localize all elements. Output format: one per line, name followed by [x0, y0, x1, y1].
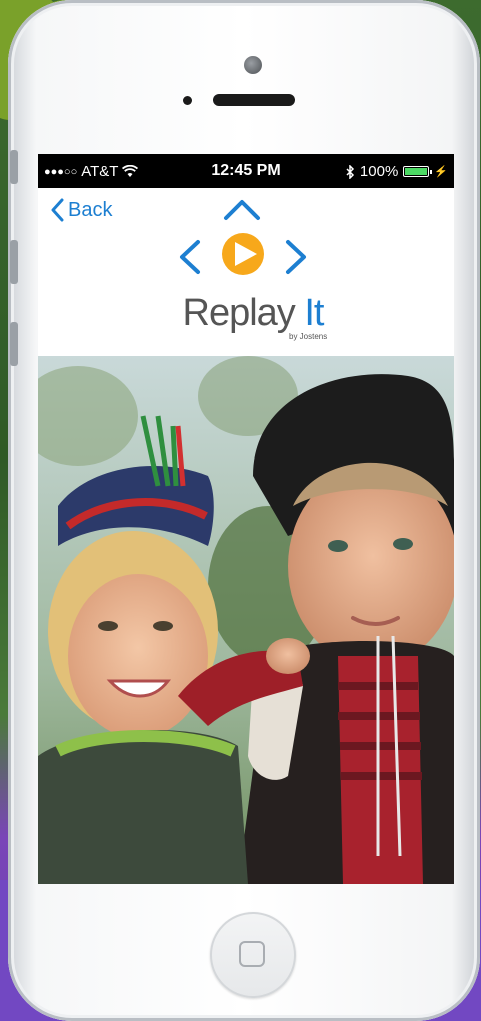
home-button-icon — [239, 941, 265, 967]
phone-screen: ●●●○○ AT&T 12:45 PM 100% ⚡ Back Replay I… — [38, 154, 454, 884]
bluetooth-icon — [346, 164, 354, 179]
charging-icon: ⚡ — [434, 166, 448, 178]
back-button[interactable]: Back — [50, 198, 112, 222]
replay-it-logo: Replay It by Jostens — [168, 194, 338, 344]
volume-down-button — [10, 322, 18, 366]
up-arrow-icon — [224, 200, 260, 220]
back-chevron-icon — [51, 198, 64, 222]
back-label: Back — [68, 198, 113, 221]
front-camera — [244, 56, 262, 74]
mute-switch — [10, 150, 18, 184]
volume-up-button — [10, 240, 18, 284]
battery-level — [405, 168, 428, 175]
proximity-sensor — [183, 96, 192, 105]
earpiece-speaker — [213, 94, 295, 106]
app-header: Back Replay It by Jostens — [38, 188, 454, 356]
battery-icon — [403, 166, 433, 177]
logo-wordmark: Replay It — [182, 292, 325, 334]
logo-graphic — [180, 200, 306, 275]
battery-percent: 100% — [359, 163, 399, 180]
two-boys-photo — [38, 356, 454, 884]
hero-photo — [38, 356, 454, 884]
right-arrow-icon — [286, 240, 306, 274]
status-bar: ●●●○○ AT&T 12:45 PM 100% ⚡ — [38, 154, 454, 188]
left-arrow-icon — [180, 240, 200, 274]
logo-byline: by Jostens — [289, 332, 328, 341]
home-button[interactable] — [210, 912, 296, 998]
play-icon — [222, 233, 264, 275]
